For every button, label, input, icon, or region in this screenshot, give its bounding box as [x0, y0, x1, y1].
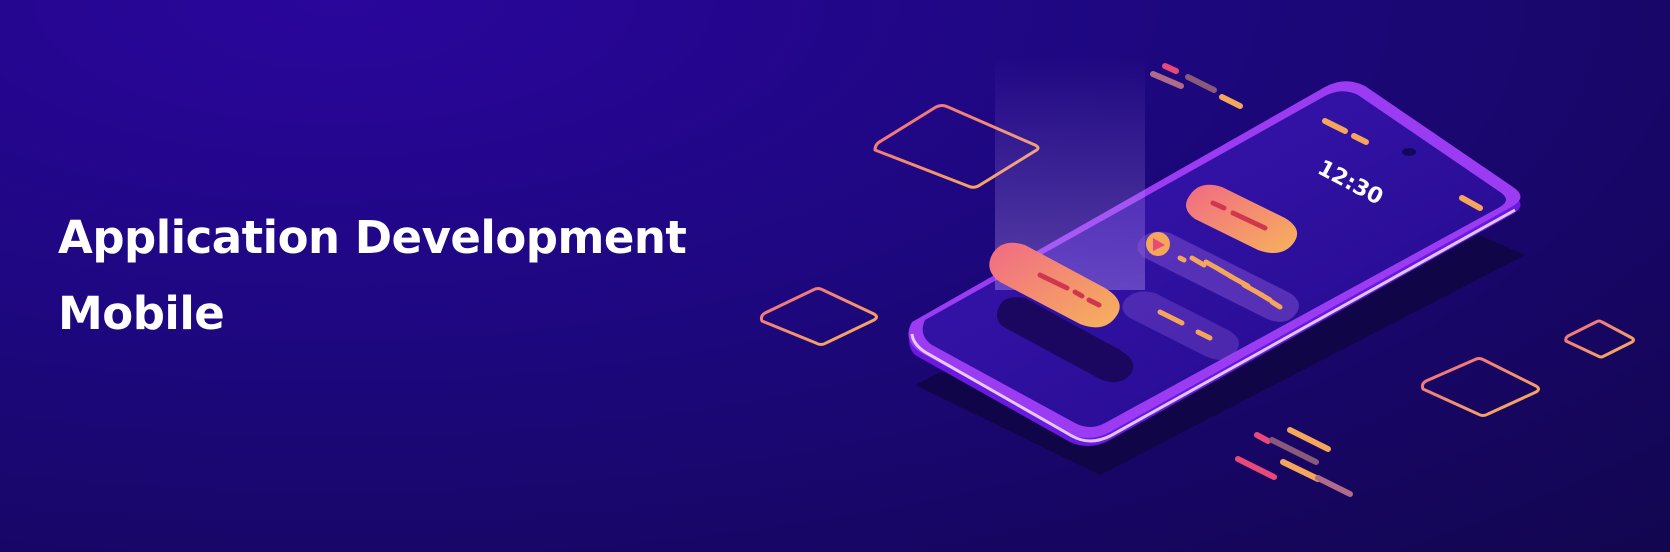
- hero-banner: Application Development Mobile 12:30: [0, 0, 1670, 552]
- diamond-shape: [759, 287, 878, 346]
- diamond-shape: [1564, 319, 1635, 359]
- camera-dot: [1402, 148, 1416, 156]
- dash-accents-top: [1150, 63, 1243, 109]
- dash-accents-bottom: [1235, 427, 1353, 497]
- phone-illustration: 12:30: [759, 55, 1635, 497]
- diamond-shape: [1420, 357, 1540, 417]
